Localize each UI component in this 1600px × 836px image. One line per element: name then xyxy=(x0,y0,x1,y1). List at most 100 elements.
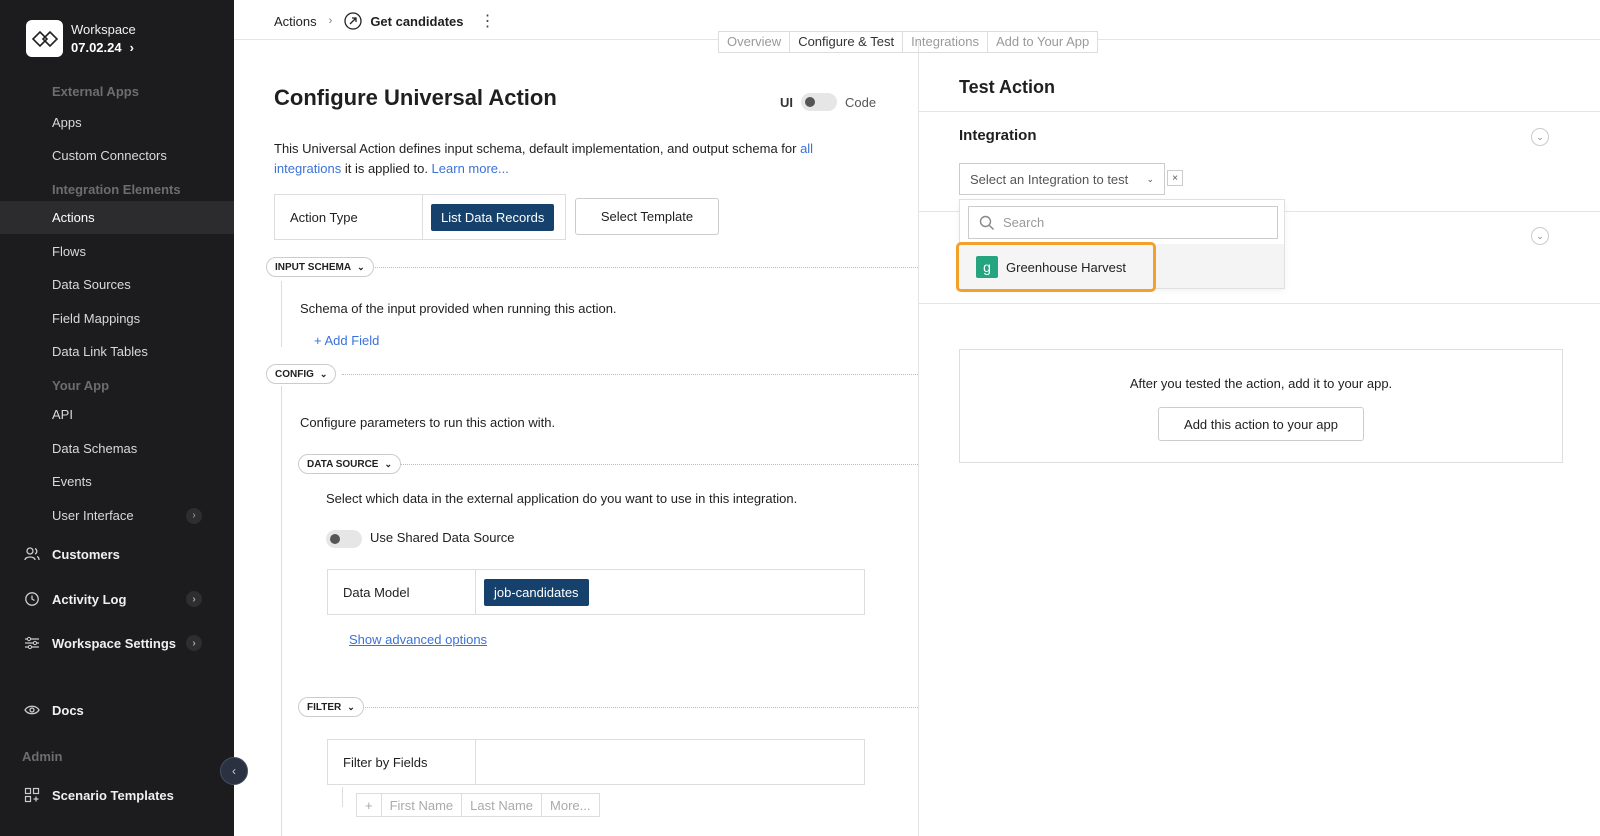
description: This Universal Action defines input sche… xyxy=(274,141,814,176)
clear-selection-button[interactable]: × xyxy=(1167,170,1183,186)
sidebar-item-scenario-templates[interactable]: Scenario Templates xyxy=(0,778,234,812)
divider xyxy=(342,374,918,375)
dropdown-search-input[interactable]: Search xyxy=(968,206,1278,239)
input-schema-toggle[interactable]: INPUT SCHEMA ⌄ xyxy=(266,257,374,277)
sidebar-item-label: Docs xyxy=(52,702,84,718)
section-integration-elements: Integration Elements xyxy=(52,182,181,197)
chip-last-name[interactable]: Last Name xyxy=(462,794,543,816)
option-label: Greenhouse Harvest xyxy=(1006,259,1126,275)
sidebar-item-label: User Interface xyxy=(52,508,134,523)
sidebar-item-apps[interactable]: Apps xyxy=(0,106,234,139)
shared-data-source-switch[interactable] xyxy=(326,530,362,548)
more-menu-icon[interactable]: ⋮ xyxy=(480,11,496,31)
sidebar-item-label: Customers xyxy=(52,546,120,562)
sidebar-item-field-mappings[interactable]: Field Mappings xyxy=(0,302,234,335)
add-field-button[interactable]: + Add Field xyxy=(314,333,379,348)
show-advanced-options-link[interactable]: Show advanced options xyxy=(349,632,487,647)
eye-icon xyxy=(24,705,40,715)
chevron-down-icon: ⌄ xyxy=(1146,173,1154,184)
select-template-button[interactable]: Select Template xyxy=(575,198,719,235)
workspace-switcher[interactable]: Workspace 07.02.24 › xyxy=(26,20,136,57)
option-greenhouse-harvest[interactable]: g Greenhouse Harvest xyxy=(956,242,1156,292)
sidebar-item-custom-connectors[interactable]: Custom Connectors xyxy=(0,139,234,172)
sidebar-item-data-link-tables[interactable]: Data Link Tables xyxy=(0,335,234,368)
data-source-description: Select which data in the external applic… xyxy=(326,491,798,506)
chip-first-name[interactable]: First Name xyxy=(382,794,463,816)
action-type-field: Action Type List Data Records xyxy=(274,194,566,240)
sidebar-item-data-schemas[interactable]: Data Schemas xyxy=(0,432,234,465)
shared-data-source-label: Use Shared Data Source xyxy=(370,530,515,545)
sidebar-item-docs[interactable]: Docs xyxy=(0,693,234,727)
divider xyxy=(358,707,918,708)
data-model-label: Data Model xyxy=(328,570,476,614)
sidebar-item-user-interface[interactable]: User Interface › xyxy=(0,499,234,532)
breadcrumb-current: Get candidates xyxy=(370,13,464,29)
chip-more[interactable]: More... xyxy=(542,794,598,816)
add-filter-button[interactable]: + xyxy=(357,794,382,816)
breadcrumb: Actions › Get candidates ⋮ xyxy=(274,11,496,31)
sidebar-item-label: Scenario Templates xyxy=(52,787,174,803)
chevron-right-icon: › xyxy=(186,635,202,651)
test-action-panel: Test Action Integration ⌄ Select an Inte… xyxy=(918,41,1600,836)
filter-field-chips: + First Name Last Name More... xyxy=(356,793,600,817)
tree-line xyxy=(281,386,282,836)
test-action-title: Test Action xyxy=(959,77,1056,97)
workspace-name: Workspace xyxy=(71,21,136,37)
sidebar-item-flows[interactable]: Flows xyxy=(0,235,234,268)
chevron-down-icon: ⌄ xyxy=(319,368,328,379)
divider xyxy=(919,303,1600,304)
divider xyxy=(372,267,918,268)
chevron-right-icon: › xyxy=(186,507,202,524)
filter-toggle[interactable]: FILTER ⌄ xyxy=(298,697,364,717)
section-external-apps: External Apps xyxy=(52,84,139,99)
action-type-label: Action Type xyxy=(275,195,423,239)
tree-line xyxy=(342,787,343,807)
sidebar-item-data-sources[interactable]: Data Sources xyxy=(0,268,234,301)
sidebar-item-label: Activity Log xyxy=(52,591,127,607)
configure-panel: Configure Universal Action UI Code This … xyxy=(234,41,918,836)
breadcrumb-actions[interactable]: Actions xyxy=(274,14,317,29)
action-type-value[interactable]: List Data Records xyxy=(431,203,555,231)
add-action-to-app-button[interactable]: Add this action to your app xyxy=(1158,407,1364,441)
integration-heading: Integration xyxy=(959,127,1037,144)
sliders-icon xyxy=(25,636,39,650)
integration-select-placeholder: Select an Integration to test xyxy=(970,171,1129,187)
chevron-down-icon: ⌄ xyxy=(347,701,355,712)
integration-dropdown: Search g Greenhouse Harvest xyxy=(956,199,1285,292)
learn-more-link[interactable]: Learn more... xyxy=(432,161,509,176)
sidebar-item-activity-log[interactable]: Activity Log › xyxy=(0,582,234,616)
chevron-down-icon[interactable]: ⌄ xyxy=(1531,227,1549,245)
section-your-app: Your App xyxy=(52,378,110,393)
filter-by-fields: Filter by Fields xyxy=(327,739,865,785)
section-admin: Admin xyxy=(22,749,63,764)
sidebar: Workspace 07.02.24 › External Apps Apps C… xyxy=(0,0,234,836)
toggle-label-ui: UI xyxy=(780,94,793,110)
page-title: Configure Universal Action xyxy=(274,85,557,110)
ui-code-switch[interactable] xyxy=(801,93,837,111)
toggle-label-code: Code xyxy=(845,94,877,110)
history-icon xyxy=(25,592,39,606)
config-toggle[interactable]: CONFIG ⌄ xyxy=(266,364,337,384)
workspace-version: 07.02.24 › xyxy=(71,39,134,55)
data-source-toggle[interactable]: DATA SOURCE ⌄ xyxy=(298,454,402,474)
sidebar-item-actions[interactable]: Actions xyxy=(0,201,234,234)
grid-icon xyxy=(24,787,40,803)
integration-select[interactable]: Select an Integration to test ⌄ xyxy=(959,163,1165,195)
action-arrow-icon xyxy=(344,12,362,30)
sidebar-item-workspace-settings[interactable]: Workspace Settings › xyxy=(0,626,234,660)
ui-code-toggle[interactable]: UI Code xyxy=(780,93,876,111)
data-model-value[interactable]: job-candidates xyxy=(484,578,589,606)
sidebar-item-events[interactable]: Events xyxy=(0,465,234,498)
input-schema-description: Schema of the input provided when runnin… xyxy=(300,301,617,316)
collapse-sidebar-button[interactable]: ‹ xyxy=(220,757,248,785)
chevron-right-icon: › xyxy=(186,591,202,607)
users-icon xyxy=(24,547,40,561)
sidebar-item-label: Workspace Settings xyxy=(52,635,177,651)
data-model-field: Data Model job-candidates xyxy=(327,569,865,615)
sidebar-item-api[interactable]: API xyxy=(0,398,234,431)
workspace-logo-icon xyxy=(26,20,63,57)
search-icon xyxy=(979,215,994,230)
sidebar-item-customers[interactable]: Customers xyxy=(0,537,234,571)
chevron-down-icon[interactable]: ⌄ xyxy=(1531,128,1549,146)
add-to-app-text: After you tested the action, add it to y… xyxy=(1129,376,1393,391)
